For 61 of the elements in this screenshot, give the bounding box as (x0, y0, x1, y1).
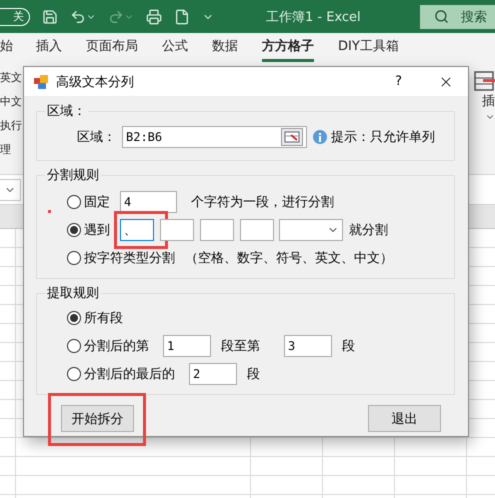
new-file-icon[interactable] (174, 8, 190, 24)
field-label: 区域： (77, 129, 116, 146)
search-field[interactable]: 搜索 (420, 4, 495, 28)
help-button[interactable]: ? (395, 74, 402, 89)
radio-label[interactable]: 按字符类型分割 (84, 249, 175, 267)
app-icon (34, 74, 48, 88)
input-field[interactable]: 3 (284, 335, 332, 357)
radio-label[interactable]: 分割后的第 (84, 337, 149, 355)
input-field[interactable]: 4 (120, 191, 177, 213)
range-picker-icon[interactable] (281, 128, 303, 146)
option-text: （空格、数字、符号、英文、中文） (185, 250, 393, 267)
ribbon-command[interactable]: 插 (482, 94, 495, 110)
delimiter-field[interactable]: 、 (120, 219, 154, 241)
group-title: 提取规则 (46, 285, 100, 302)
radio-button[interactable] (67, 251, 81, 265)
dialog-button[interactable]: 退出 (368, 405, 441, 432)
ribbon-tab[interactable]: 公式 (162, 33, 188, 62)
save-icon[interactable] (42, 8, 58, 24)
dropdown-field[interactable] (279, 219, 343, 241)
group-title: 区域： (46, 103, 87, 120)
input-field[interactable]: 1 (163, 335, 211, 357)
ribbon-command[interactable]: 理 (0, 142, 22, 158)
radio-button[interactable] (67, 367, 81, 381)
autosave-toggle[interactable]: 关 (0, 8, 30, 26)
delimiter-field[interactable] (160, 219, 194, 241)
ribbon-tab[interactable]: DIY工具箱 (338, 33, 399, 62)
option-text: 就分割 (349, 222, 388, 239)
ribbon-command[interactable]: 执行 (0, 118, 22, 134)
radio-label[interactable]: 分割后的最后的 (84, 365, 175, 383)
ribbon-tab[interactable]: 数据 (212, 33, 238, 62)
group-title: 分割规则 (46, 167, 100, 184)
ribbon-tab[interactable]: 页面布局 (86, 33, 138, 62)
dialog-title: 高级文本分列 (56, 74, 134, 90)
radio-label[interactable]: 所有段 (84, 309, 123, 327)
ribbon-command[interactable]: 英文 (0, 70, 22, 86)
radio-label[interactable]: 固定 (84, 193, 110, 211)
option-text: 段至第 (221, 338, 260, 355)
hint-text: 提示：只允许单列 (331, 129, 435, 146)
info-icon (313, 130, 327, 144)
ribbon-command[interactable]: 中文 (0, 94, 22, 110)
delimiter-field[interactable] (240, 219, 274, 241)
option-text: 段 (342, 338, 355, 355)
name-box[interactable] (0, 178, 21, 200)
radio-button[interactable] (67, 223, 81, 237)
window-title: 工作簿1 - Excel (266, 8, 361, 26)
radio-button[interactable] (67, 195, 81, 209)
delimiter-field[interactable] (200, 219, 234, 241)
search-icon (434, 9, 449, 24)
insert-rows-icon[interactable] (473, 70, 495, 92)
range-field[interactable]: B2:B6 (122, 126, 307, 148)
input-field[interactable]: 2 (189, 363, 237, 385)
print-preview-icon[interactable] (146, 8, 162, 24)
radio-button[interactable] (67, 311, 81, 325)
ribbon-tab[interactable]: 始 (0, 33, 13, 62)
option-text: 段 (247, 366, 260, 383)
dialog-button[interactable]: 开始拆分 (61, 405, 134, 432)
option-text: 个字符为一段，进行分割 (191, 194, 334, 211)
radio-button[interactable] (67, 339, 81, 353)
radio-label[interactable]: 遇到 (84, 221, 110, 239)
ribbon-tab[interactable]: 插入 (36, 33, 62, 62)
undo-icon[interactable] (70, 8, 86, 24)
